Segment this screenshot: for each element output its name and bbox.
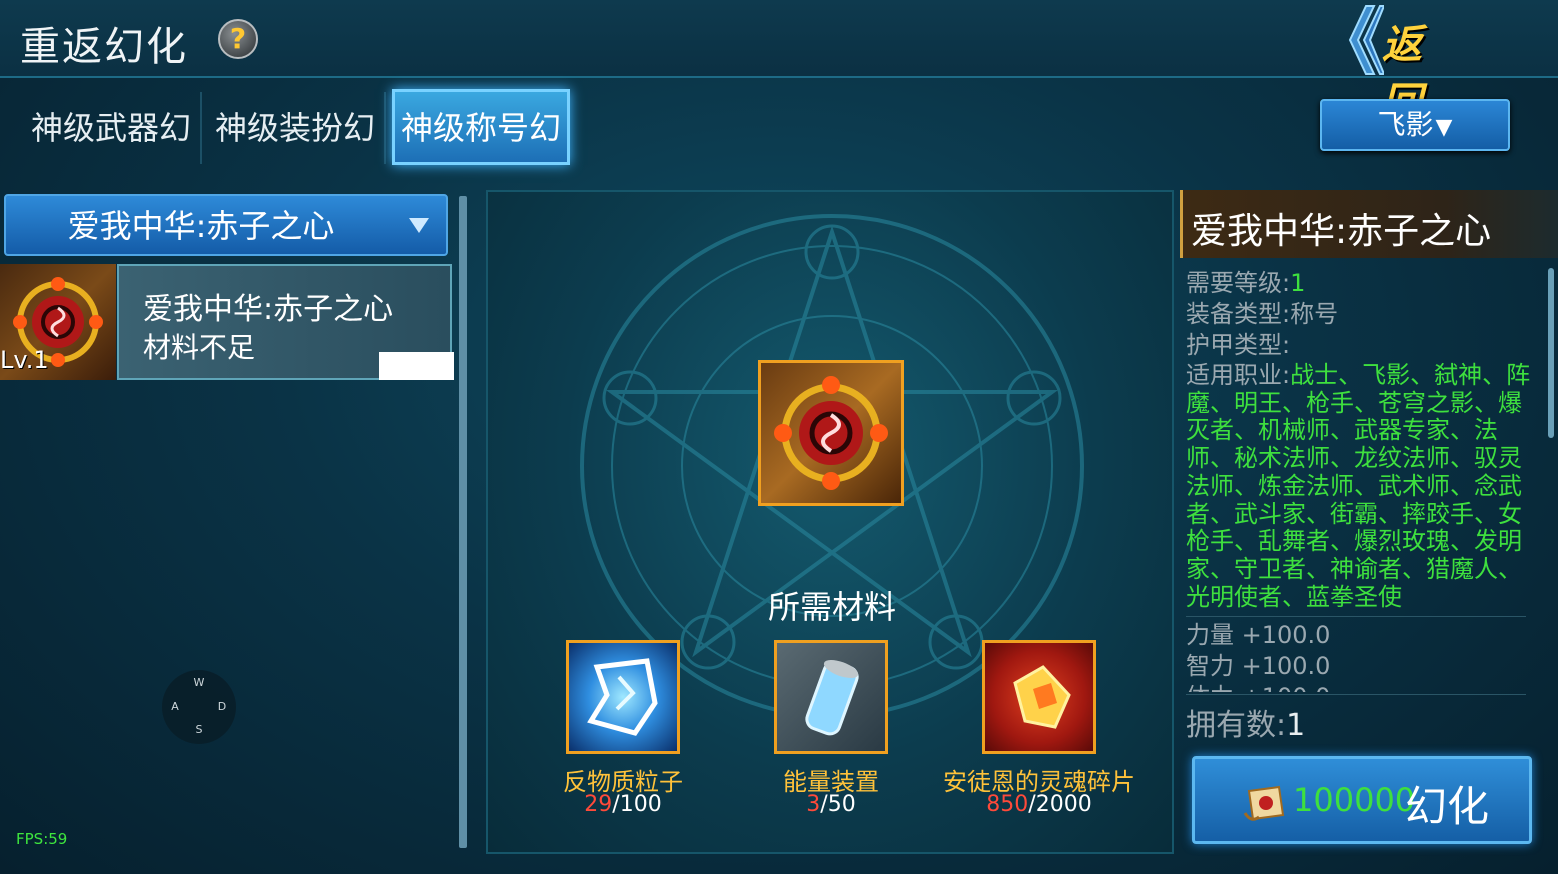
equip-type-label: 装备类型: — [1186, 300, 1291, 328]
category-dropdown-label: 爱我中华:赤子之心 — [67, 207, 335, 245]
required-level-value: 1 — [1290, 269, 1306, 297]
equip-type-value: 称号 — [1290, 300, 1339, 328]
material-count: 850/2000 — [919, 792, 1159, 817]
owned-count-label: 拥有数: — [1186, 708, 1287, 743]
required-materials-title: 所需材料 — [767, 588, 896, 626]
material-have: 850 — [986, 792, 1029, 817]
material-count: 3/50 — [711, 792, 951, 817]
applicable-classes-label: 适用职业: — [1186, 361, 1291, 389]
armor-type: 护甲类型: — [1186, 330, 1290, 361]
applicable-classes: 适用职业:战士、飞影、弑神、阵魔、明王、枪手、苍穹之影、爆灭者、机械师、武器专家… — [1186, 361, 1536, 611]
soul-fragment-icon[interactable] — [982, 640, 1096, 754]
material-need: /50 — [820, 792, 856, 817]
tab-divine-title-transmog[interactable]: 神级称号幻 — [392, 89, 570, 165]
owned-count-value: 1 — [1286, 708, 1306, 743]
list-item[interactable]: Lv.1 爱我中华:赤子之心 材料不足 — [0, 264, 454, 380]
material-have: 29 — [584, 792, 613, 817]
item-status: 材料不足 — [143, 331, 256, 364]
help-icon[interactable]: ? — [218, 19, 258, 59]
list-item-card: 爱我中华:赤子之心 材料不足 — [117, 264, 454, 380]
tab-divine-weapon-transmog[interactable]: 神级武器幻 — [22, 92, 202, 164]
antimatter-particle-icon[interactable] — [566, 640, 680, 754]
detail-panel[interactable]: 需要等级:1 装备类型:称号 护甲类型: 适用职业:战士、飞影、弑神、阵魔、明王… — [1180, 262, 1550, 692]
divider — [1186, 694, 1526, 695]
joystick-up: W — [193, 676, 205, 689]
class-filter-label: 飞影 — [1377, 108, 1434, 141]
back-chevron-icon — [1348, 5, 1384, 75]
material-need: /2000 — [1028, 792, 1092, 817]
item-name: 爱我中华:赤子之心 — [143, 292, 394, 327]
detail-scrollbar[interactable] — [1548, 268, 1554, 438]
equip-type: 装备类型:称号 — [1186, 299, 1338, 330]
required-level: 需要等级:1 — [1186, 268, 1305, 299]
item-level: Lv.1 — [0, 346, 49, 374]
back-button[interactable]: 返回 — [1336, 4, 1440, 126]
transform-button[interactable]: 100000 幻化 — [1192, 756, 1532, 844]
joystick[interactable]: W A D S — [162, 670, 236, 744]
energy-device-icon[interactable] — [774, 640, 888, 754]
joystick-right: D — [217, 700, 227, 713]
stat-line: 智力 +100.0 — [1186, 652, 1331, 680]
transmog-preview-panel: 所需材料 反物质粒子 29/100 能量装置 3/50 安徒恩的灵魂碎片 850… — [486, 190, 1174, 854]
armor-type-label: 护甲类型: — [1186, 331, 1291, 359]
title-badge-icon — [758, 360, 904, 506]
material-need: /100 — [612, 792, 662, 817]
scroll-icon — [1243, 785, 1285, 821]
white-block — [379, 352, 454, 380]
divider — [1186, 616, 1526, 617]
category-dropdown[interactable]: 爱我中华:赤子之心 — [4, 194, 448, 256]
transform-label: 幻化 — [1405, 782, 1490, 831]
stat-line: 体力 +100.0 — [1186, 682, 1330, 692]
transform-cost: 100000 — [1293, 781, 1416, 819]
required-level-label: 需要等级: — [1186, 269, 1291, 297]
material-have: 3 — [806, 792, 821, 817]
stat-line: 力量 +100.0 — [1186, 621, 1331, 649]
applicable-classes-value: 战士、飞影、弑神、阵魔、明王、枪手、苍穹之影、爆灭者、机械师、武器专家、法师、秘… — [1186, 361, 1531, 611]
caret-down-icon: ▼ — [1435, 115, 1453, 140]
class-filter-dropdown[interactable]: 飞影▼ — [1320, 99, 1510, 151]
caret-down-icon — [409, 218, 429, 233]
owned-count: 拥有数:1 — [1186, 700, 1305, 744]
detail-title: 爱我中华:赤子之心 — [1191, 211, 1492, 252]
tab-divine-outfit-transmog[interactable]: 神级装扮幻 — [206, 92, 386, 164]
joystick-down: S — [195, 723, 203, 736]
joystick-left: A — [171, 700, 179, 713]
list-scrollbar[interactable] — [459, 196, 467, 848]
material-count: 29/100 — [503, 792, 743, 817]
page-title: 重返幻化 — [20, 24, 188, 70]
fps-counter: FPS:59 — [16, 830, 68, 848]
detail-header: 爱我中华:赤子之心 — [1180, 190, 1558, 258]
